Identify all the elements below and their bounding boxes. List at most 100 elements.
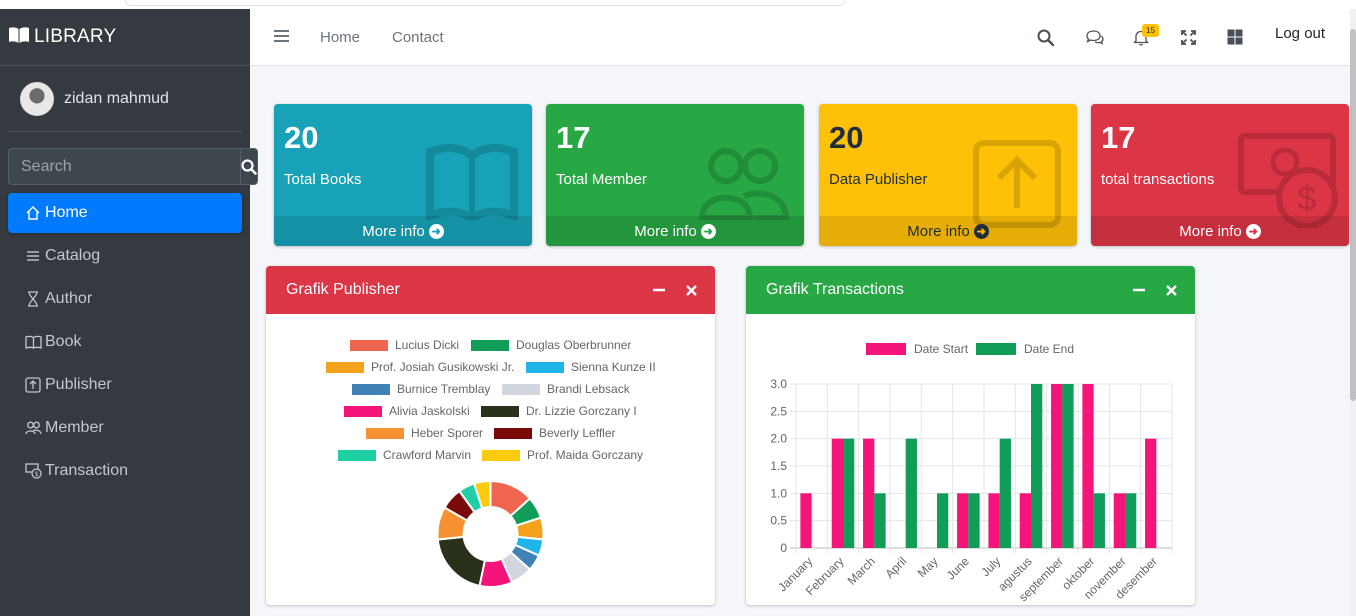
stat-value: 20 [284, 120, 319, 155]
x-tick-label: June [944, 554, 973, 583]
browser-address-edge [125, 0, 845, 6]
more-info-label: More info [634, 222, 697, 240]
sidebar-item-label: Publisher [45, 376, 112, 393]
grid-layout-icon[interactable] [1225, 27, 1245, 47]
sidebar-item-label: Home [45, 204, 88, 221]
bar [1062, 384, 1074, 548]
pie-slice [436, 535, 487, 588]
remove-button[interactable] [684, 283, 698, 297]
sidebar-item-book[interactable]: Book [8, 322, 242, 362]
sidebar-item-transaction[interactable]: $ Transaction [8, 451, 242, 491]
search-icon[interactable] [1035, 27, 1055, 47]
stat-card-books: 20 Total Books More info ➜ [274, 104, 532, 246]
sidebar-search [8, 148, 258, 185]
nav-link-home[interactable]: Home [320, 29, 360, 46]
more-info-link[interactable]: More info ➜ [274, 216, 532, 246]
bar [968, 493, 980, 548]
bar [800, 493, 812, 548]
bar [1082, 384, 1094, 548]
collapse-button[interactable] [652, 283, 666, 297]
sidebar-item-member[interactable]: Member [8, 408, 242, 448]
stat-value: 20 [829, 120, 864, 155]
more-info-link[interactable]: More info ➜ [546, 216, 804, 246]
search-icon [241, 158, 257, 175]
publisher-chart-card: Grafik Publisher Lucius Dicki Douglas Obe… [266, 266, 715, 605]
search-input[interactable] [8, 148, 240, 185]
stat-label: Data Publisher [829, 171, 928, 188]
user-name[interactable]: zidan mahmud [64, 90, 169, 108]
book-icon [426, 142, 518, 225]
arrow-circle-right-icon: ➜ [1245, 223, 1261, 239]
more-info-link[interactable]: More info ➜ [1091, 216, 1349, 246]
sidebar-item-label: Author [45, 290, 93, 307]
stat-card-members: 17 Total Member More info ➜ [546, 104, 804, 246]
more-info-link[interactable]: More info ➜ [819, 216, 1077, 246]
sidebar-item-author[interactable]: Author [8, 279, 242, 319]
more-info-label: More info [1179, 222, 1242, 240]
sidebar-item-label: Transaction [45, 462, 128, 479]
book-open-icon [8, 26, 30, 49]
scrollbar-thumb[interactable] [1350, 29, 1356, 401]
y-tick-label: 3.0 [770, 377, 787, 391]
hourglass-icon [24, 290, 42, 308]
collapse-button[interactable] [1132, 283, 1146, 297]
sidebar-item-publisher[interactable]: Publisher [8, 365, 242, 405]
publisher-doughnut-chart [436, 479, 545, 588]
bar [863, 438, 875, 548]
bar [874, 493, 886, 548]
remove-button[interactable] [1164, 283, 1178, 297]
arrow-circle-right-icon: ➜ [700, 223, 716, 239]
card-title: Grafik Transactions [766, 281, 904, 298]
upload-square-icon [24, 376, 42, 394]
more-info-label: More info [362, 222, 425, 240]
chat-icon[interactable] [1084, 27, 1104, 47]
sidebar-item-label: Member [45, 419, 104, 436]
book-icon [24, 333, 42, 351]
page-scrollbar[interactable] [1350, 9, 1356, 616]
sidebar-item-label: Catalog [45, 247, 101, 264]
user-panel[interactable]: zidan mahmud [8, 66, 242, 132]
sidebar-item-label: Book [45, 333, 82, 350]
stat-value: 17 [556, 120, 591, 155]
sidebar: LIBRARY zidan mahmud Home Catalog Author… [0, 9, 258, 616]
stat-value: 17 [1101, 120, 1136, 155]
stat-label: Total Member [556, 171, 647, 188]
logout-link[interactable]: Log out [1275, 25, 1325, 42]
browser-top-strip [0, 0, 1356, 9]
home-icon [24, 204, 42, 222]
stat-card-publishers: 20 Data Publisher More info ➜ [819, 104, 1077, 246]
x-tick-label: May [915, 554, 941, 580]
legend-label: Date Start [914, 342, 969, 356]
brand[interactable]: LIBRARY [0, 9, 250, 66]
list-icon [24, 247, 42, 265]
y-tick-label: 0 [780, 541, 787, 555]
y-tick-label: 2.5 [770, 404, 787, 418]
stat-label: total transactions [1101, 171, 1215, 188]
x-tick-label: July [978, 554, 1003, 579]
bar [1145, 438, 1157, 548]
stat-label: Total Books [284, 171, 362, 188]
sidebar-item-catalog[interactable]: Catalog [8, 236, 242, 276]
arrow-circle-right-icon: ➜ [428, 223, 444, 239]
y-tick-label: 1.5 [770, 459, 787, 473]
people-icon [698, 146, 790, 225]
bar [1031, 384, 1043, 548]
fullscreen-icon[interactable] [1178, 27, 1198, 47]
bar [1019, 493, 1031, 548]
nav-link-contact[interactable]: Contact [392, 29, 444, 46]
bar [988, 493, 1000, 548]
y-tick-label: 0.5 [770, 514, 787, 528]
bar [843, 438, 855, 548]
legend-swatch [976, 343, 1016, 355]
x-tick-label: April [882, 554, 909, 581]
menu-toggle-icon[interactable] [274, 29, 289, 48]
people-icon [24, 419, 42, 437]
search-button[interactable] [240, 148, 258, 185]
avatar [20, 81, 54, 116]
bar [937, 493, 949, 548]
sidebar-item-home[interactable]: Home [8, 193, 242, 233]
bar [1051, 384, 1063, 548]
bar [1125, 493, 1137, 548]
bar [831, 438, 843, 548]
close-icon [685, 284, 697, 296]
